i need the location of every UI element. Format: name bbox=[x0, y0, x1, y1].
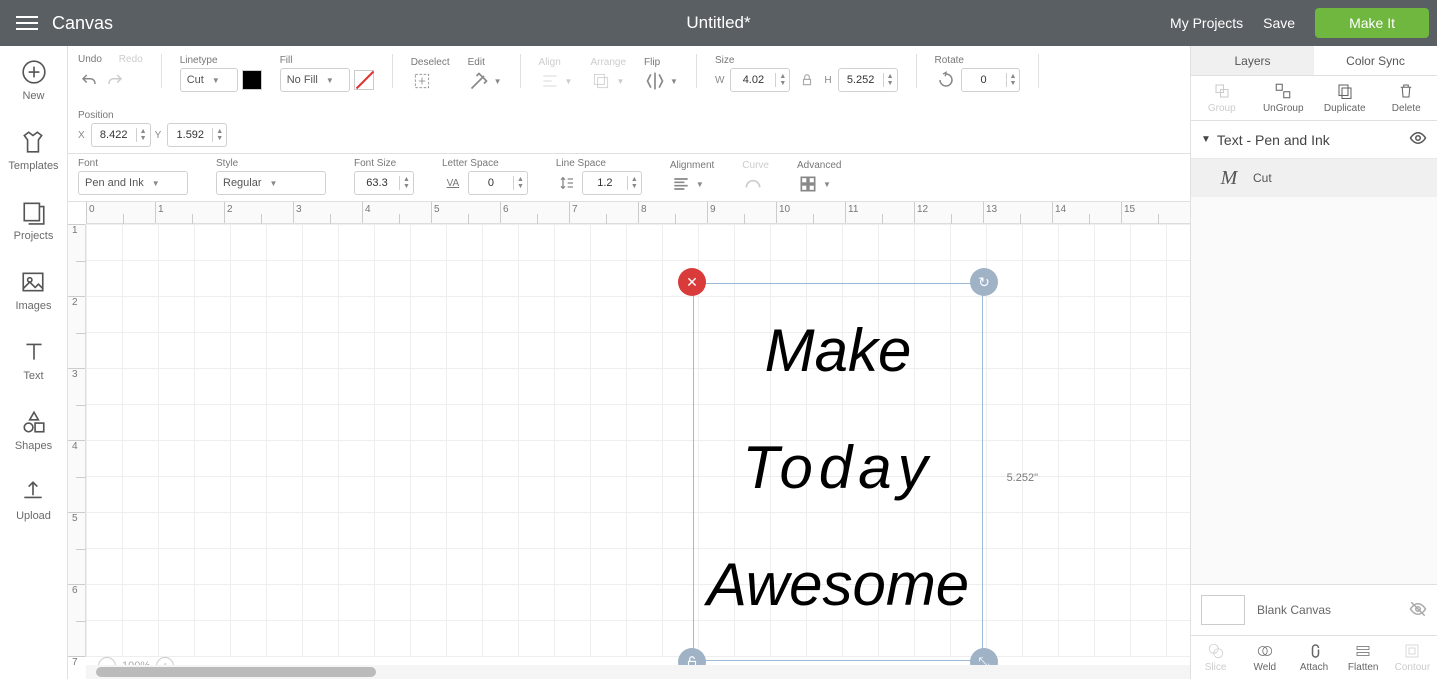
rotate-handle-icon[interactable]: ↻ bbox=[970, 268, 998, 296]
flip-icon[interactable] bbox=[644, 70, 666, 92]
text-icon bbox=[20, 338, 48, 366]
sidebar-item-templates[interactable]: Templates bbox=[8, 128, 58, 172]
toolbar-1: Undo Redo Linetype Cut▼ Fill No Fill▼ bbox=[68, 46, 1190, 154]
rotate-input[interactable]: ▲▼ bbox=[961, 68, 1021, 92]
sidebar-item-text[interactable]: Text bbox=[20, 338, 48, 382]
line-space-input[interactable]: ▲▼ bbox=[582, 171, 642, 195]
my-projects-link[interactable]: My Projects bbox=[1170, 15, 1243, 31]
height-label: 5.252" bbox=[1007, 472, 1038, 484]
sidebar-item-projects[interactable]: Projects bbox=[14, 198, 54, 242]
right-panel: Layers Color Sync Group UnGroup Duplicat… bbox=[1190, 46, 1437, 679]
attach-button[interactable]: Attach bbox=[1289, 636, 1338, 679]
font-dropdown[interactable]: Pen and Ink▼ bbox=[78, 171, 188, 195]
save-link[interactable]: Save bbox=[1263, 15, 1295, 31]
deselect-icon[interactable] bbox=[411, 70, 433, 92]
group-button: Group bbox=[1191, 76, 1253, 120]
style-dropdown[interactable]: Regular▼ bbox=[216, 171, 326, 195]
blank-canvas-row[interactable]: Blank Canvas bbox=[1191, 584, 1437, 635]
canvas-grid bbox=[86, 224, 1190, 657]
align-icon bbox=[539, 70, 561, 92]
fill-color-swatch[interactable] bbox=[354, 70, 374, 90]
width-input[interactable]: ▲▼ bbox=[730, 68, 790, 92]
upload-icon bbox=[19, 478, 47, 506]
selection-box[interactable]: Make Today Awesome ✕ ↻ ⤡ 5.252" 4.02" bbox=[693, 283, 983, 661]
left-sidebar: New Templates Projects Images Text Shape… bbox=[0, 46, 68, 679]
y-input[interactable]: ▲▼ bbox=[167, 123, 227, 147]
undo-icon[interactable] bbox=[78, 70, 100, 92]
image-icon bbox=[19, 268, 47, 296]
slice-button: Slice bbox=[1191, 636, 1240, 679]
blank-visibility-icon[interactable] bbox=[1409, 600, 1427, 621]
sidebar-item-new[interactable]: New bbox=[20, 58, 48, 102]
canvas-text[interactable]: Make Today Awesome bbox=[694, 284, 982, 651]
shapes-icon bbox=[20, 408, 48, 436]
layer-header[interactable]: ▼ Text - Pen and Ink bbox=[1191, 121, 1437, 159]
document-title: Untitled* bbox=[686, 13, 750, 33]
tab-layers[interactable]: Layers bbox=[1191, 46, 1314, 75]
sidebar-item-upload[interactable]: Upload bbox=[16, 478, 51, 522]
line-space-icon bbox=[556, 172, 578, 194]
top-bar: Canvas Untitled* My Projects Save Make I… bbox=[0, 0, 1437, 46]
layer-item[interactable]: M Cut bbox=[1191, 159, 1437, 197]
menu-icon[interactable] bbox=[8, 16, 48, 30]
horizontal-scrollbar[interactable] bbox=[86, 665, 1190, 679]
letter-space-icon: VA bbox=[442, 172, 464, 194]
x-input[interactable]: ▲▼ bbox=[91, 123, 151, 147]
app-name: Canvas bbox=[52, 13, 113, 34]
advanced-icon[interactable] bbox=[797, 173, 819, 195]
redo-icon[interactable] bbox=[104, 70, 126, 92]
delete-handle-icon[interactable]: ✕ bbox=[678, 268, 706, 296]
delete-button[interactable]: Delete bbox=[1376, 76, 1437, 120]
projects-icon bbox=[20, 198, 48, 226]
plus-circle-icon bbox=[20, 58, 48, 86]
layer-thumbnail: M bbox=[1215, 167, 1243, 189]
line-color-swatch[interactable] bbox=[242, 70, 262, 90]
toolbar-2: Font Pen and Ink▼ Style Regular▼ Font Si… bbox=[68, 154, 1190, 202]
shirt-icon bbox=[19, 128, 47, 156]
horizontal-ruler: 0123456789101112131415 bbox=[86, 202, 1190, 224]
weld-button[interactable]: Weld bbox=[1240, 636, 1289, 679]
height-input[interactable]: ▲▼ bbox=[838, 68, 898, 92]
linetype-dropdown[interactable]: Cut▼ bbox=[180, 68, 238, 92]
arrange-icon bbox=[590, 70, 612, 92]
blank-canvas-swatch[interactable] bbox=[1201, 595, 1245, 625]
canvas[interactable]: 0123456789101112131415 1234567 Make Toda… bbox=[68, 202, 1190, 679]
edit-icon[interactable] bbox=[468, 70, 490, 92]
rotate-icon[interactable] bbox=[935, 69, 957, 91]
contour-button: Contour bbox=[1388, 636, 1437, 679]
letter-space-input[interactable]: ▲▼ bbox=[468, 171, 528, 195]
sidebar-item-shapes[interactable]: Shapes bbox=[15, 408, 52, 452]
visibility-icon[interactable] bbox=[1409, 129, 1427, 150]
make-it-button[interactable]: Make It bbox=[1315, 8, 1429, 38]
flatten-button[interactable]: Flatten bbox=[1339, 636, 1388, 679]
duplicate-button[interactable]: Duplicate bbox=[1314, 76, 1376, 120]
font-size-input[interactable]: ▲▼ bbox=[354, 171, 414, 195]
sidebar-item-images[interactable]: Images bbox=[15, 268, 51, 312]
curve-icon bbox=[742, 173, 764, 195]
fill-dropdown[interactable]: No Fill▼ bbox=[280, 68, 350, 92]
tab-color-sync[interactable]: Color Sync bbox=[1314, 46, 1437, 75]
lock-aspect-icon[interactable] bbox=[796, 69, 818, 91]
ungroup-button[interactable]: UnGroup bbox=[1253, 76, 1315, 120]
vertical-ruler: 1234567 bbox=[68, 224, 86, 657]
alignment-icon[interactable] bbox=[670, 173, 692, 195]
